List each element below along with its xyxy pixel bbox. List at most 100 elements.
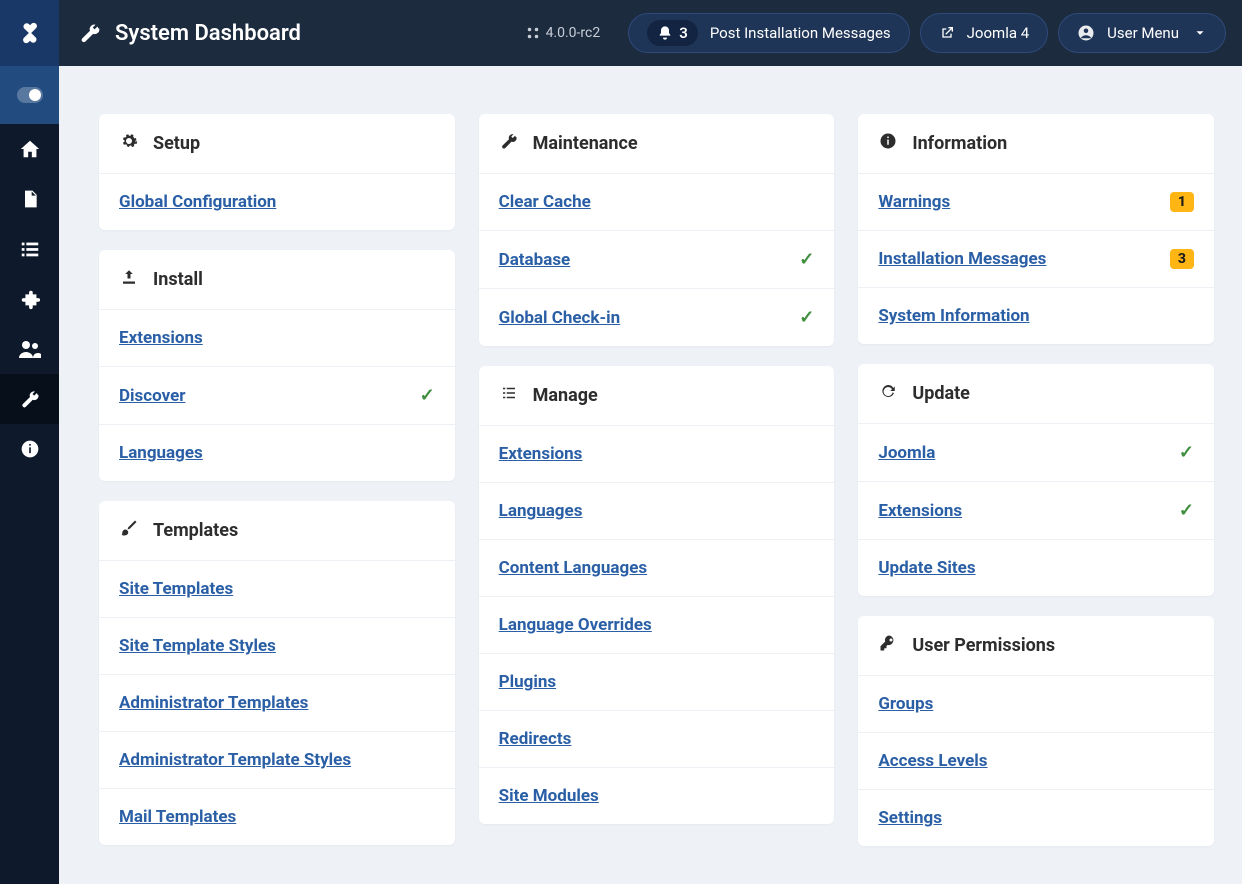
link-mail-templates[interactable]: Mail Templates xyxy=(119,807,236,827)
user-circle-icon xyxy=(1077,24,1095,42)
link-installation-messages[interactable]: Installation Messages xyxy=(878,249,1046,269)
sidebar-item-components[interactable] xyxy=(0,274,59,324)
user-menu-pill[interactable]: User Menu xyxy=(1058,13,1226,53)
list-item[interactable]: Discover ✓ xyxy=(99,366,455,424)
link-manage-languages[interactable]: Languages xyxy=(499,501,583,521)
card-maintenance: Maintenance Clear Cache Database ✓ Global… xyxy=(479,114,835,346)
wrench-icon xyxy=(20,389,40,409)
list-item[interactable]: Languages xyxy=(99,424,455,481)
check-icon: ✓ xyxy=(799,249,814,270)
users-icon xyxy=(18,339,42,359)
sidebar-item-users[interactable] xyxy=(0,324,59,374)
link-content-languages[interactable]: Content Languages xyxy=(499,558,647,578)
card-head-update: Update xyxy=(858,364,1214,423)
link-update-sites[interactable]: Update Sites xyxy=(878,558,975,578)
card-head-templates: Templates xyxy=(99,501,455,560)
link-manage-extensions[interactable]: Extensions xyxy=(499,444,583,464)
link-admin-templates[interactable]: Administrator Templates xyxy=(119,693,308,713)
brand-block[interactable] xyxy=(0,0,59,66)
list-item[interactable]: Installation Messages3 xyxy=(858,230,1214,287)
link-groups[interactable]: Groups xyxy=(878,694,933,714)
file-icon xyxy=(20,189,40,209)
link-database[interactable]: Database xyxy=(499,250,571,270)
list-item[interactable]: Extensions xyxy=(479,425,835,482)
list-item[interactable]: Languages xyxy=(479,482,835,539)
list-item[interactable]: Administrator Template Styles xyxy=(99,731,455,788)
link-update-joomla[interactable]: Joomla xyxy=(878,443,935,463)
card-head-manage: Manage xyxy=(479,366,835,425)
link-languages[interactable]: Languages xyxy=(119,443,203,463)
link-admin-template-styles[interactable]: Administrator Template Styles xyxy=(119,750,351,770)
list-item[interactable]: Access Levels xyxy=(858,732,1214,789)
link-warnings[interactable]: Warnings xyxy=(878,192,950,212)
list-item[interactable]: Joomla✓ xyxy=(858,423,1214,481)
link-site-template-styles[interactable]: Site Template Styles xyxy=(119,636,276,656)
link-global-checkin[interactable]: Global Check-in xyxy=(499,308,621,328)
sidebar-toggle[interactable] xyxy=(0,66,59,124)
list-item[interactable]: Language Overrides xyxy=(479,596,835,653)
link-site-templates[interactable]: Site Templates xyxy=(119,579,233,599)
card-head-install: Install xyxy=(99,250,455,309)
link-update-extensions[interactable]: Extensions xyxy=(878,501,962,521)
list-item[interactable]: Extensions xyxy=(99,309,455,366)
notification-count-badge: 3 xyxy=(647,20,698,46)
check-icon: ✓ xyxy=(420,385,435,406)
wrench-icon xyxy=(79,22,101,44)
column-3: Information Warnings1 Installation Messa… xyxy=(858,114,1214,846)
launch-site-pill[interactable]: Joomla 4 xyxy=(920,13,1049,53)
link-global-configuration[interactable]: Global Configuration xyxy=(119,192,276,212)
list-item[interactable]: Site Templates xyxy=(99,560,455,617)
notifications-pill[interactable]: 3 Post Installation Messages xyxy=(628,13,909,53)
sidebar-item-system[interactable] xyxy=(0,374,59,424)
list-item[interactable]: Mail Templates xyxy=(99,788,455,845)
link-extensions[interactable]: Extensions xyxy=(119,328,203,348)
list-item[interactable]: Warnings1 xyxy=(858,173,1214,230)
list-item[interactable]: Database ✓ xyxy=(479,230,835,288)
key-icon xyxy=(878,634,898,657)
puzzle-icon xyxy=(19,288,41,310)
link-plugins[interactable]: Plugins xyxy=(499,672,556,692)
list-item[interactable]: Site Modules xyxy=(479,767,835,824)
sidebar-item-home[interactable] xyxy=(0,124,59,174)
list-check-icon xyxy=(499,384,519,407)
card-title: Maintenance xyxy=(533,133,638,154)
list-item[interactable]: Global Configuration xyxy=(99,173,455,230)
list-item[interactable]: Redirects xyxy=(479,710,835,767)
version-label[interactable]: 4.0.0-rc2 xyxy=(526,25,601,41)
sidebar xyxy=(0,66,59,884)
list-item[interactable]: Global Check-in ✓ xyxy=(479,288,835,346)
card-head-setup: Setup xyxy=(99,114,455,173)
list-item[interactable]: Settings xyxy=(858,789,1214,846)
list-item[interactable]: Groups xyxy=(858,675,1214,732)
link-clear-cache[interactable]: Clear Cache xyxy=(499,192,591,212)
link-access-levels[interactable]: Access Levels xyxy=(878,751,987,771)
user-menu-label: User Menu xyxy=(1107,24,1179,42)
list-item[interactable]: Plugins xyxy=(479,653,835,710)
link-settings[interactable]: Settings xyxy=(878,808,942,828)
info-circle-icon xyxy=(20,439,40,459)
link-discover[interactable]: Discover xyxy=(119,386,186,406)
check-icon: ✓ xyxy=(799,307,814,328)
sidebar-item-menus[interactable] xyxy=(0,224,59,274)
sidebar-item-content[interactable] xyxy=(0,174,59,224)
toggle-icon xyxy=(17,87,43,103)
card-install: Install Extensions Discover ✓ Languages xyxy=(99,250,455,481)
sidebar-item-help[interactable] xyxy=(0,424,59,474)
link-redirects[interactable]: Redirects xyxy=(499,729,572,749)
wrench-icon xyxy=(499,132,519,155)
info-circle-icon xyxy=(878,132,898,155)
link-language-overrides[interactable]: Language Overrides xyxy=(499,615,652,635)
refresh-icon xyxy=(878,382,898,405)
list-item[interactable]: Extensions ✓ xyxy=(858,481,1214,539)
link-site-modules[interactable]: Site Modules xyxy=(499,786,599,806)
check-icon: ✓ xyxy=(1179,500,1194,521)
list-item[interactable]: Clear Cache xyxy=(479,173,835,230)
list-item[interactable]: System Information xyxy=(858,287,1214,344)
list-item[interactable]: Content Languages xyxy=(479,539,835,596)
list-item[interactable]: Site Template Styles xyxy=(99,617,455,674)
upload-icon xyxy=(119,268,139,291)
list-item[interactable]: Administrator Templates xyxy=(99,674,455,731)
list-item[interactable]: Update Sites xyxy=(858,539,1214,596)
link-system-information[interactable]: System Information xyxy=(878,306,1029,326)
card-templates: Templates Site Templates Site Template S… xyxy=(99,501,455,845)
